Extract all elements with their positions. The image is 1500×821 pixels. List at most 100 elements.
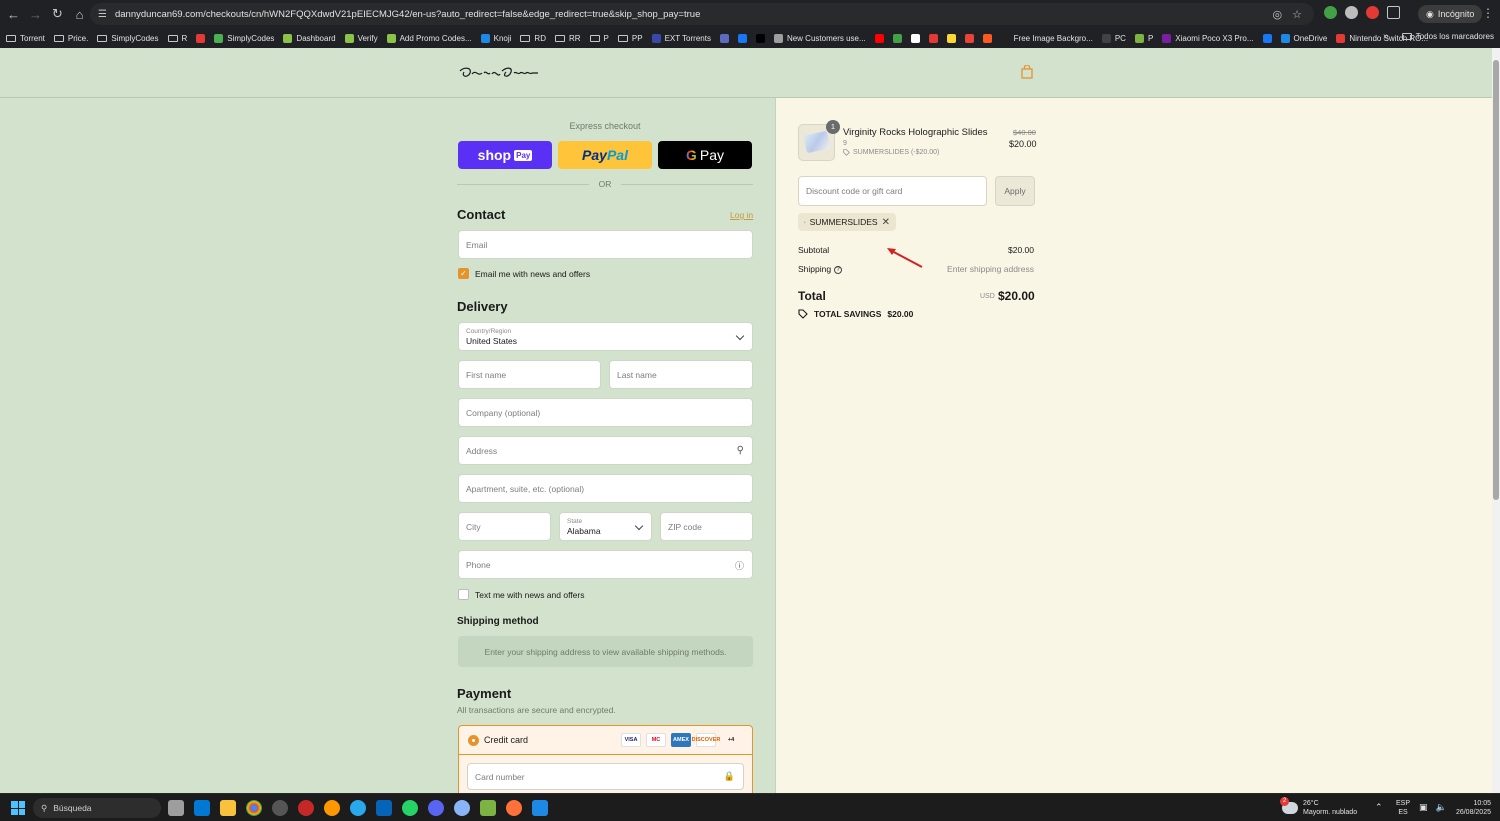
first-name-field[interactable]: First name [458, 360, 601, 389]
bookmark-item[interactable] [874, 33, 884, 43]
bookmark-item[interactable]: OneDrive [1280, 33, 1327, 43]
extension-icon[interactable] [1345, 6, 1358, 19]
windows-start-icon[interactable] [11, 801, 25, 815]
bookmark-item[interactable]: Add Promo Codes... [386, 33, 472, 43]
clock[interactable]: 10:05 26/08/2025 [1451, 799, 1491, 817]
bookmark-item[interactable] [910, 33, 920, 43]
address-bar[interactable]: ☰ dannyduncan69.com/checkouts/cn/hWN2FQQ… [90, 3, 1314, 25]
chrome-icon[interactable] [246, 800, 262, 816]
volume-icon[interactable]: 🔈 [1436, 802, 1447, 813]
card-number-field[interactable]: Card number 🔒 [467, 763, 744, 790]
help-icon[interactable]: ⓘ [735, 559, 744, 572]
extension-icon[interactable] [1366, 6, 1379, 19]
more-bookmarks-icon[interactable]: » [1383, 31, 1389, 42]
taskbar-search[interactable]: ⚲ Búsqueda [33, 798, 161, 818]
bookmark-item[interactable]: Verify [344, 33, 378, 43]
bookmark-item[interactable]: New Customers use... [773, 33, 866, 43]
bookmark-item[interactable]: SimplyCodes [214, 33, 274, 43]
bookmark-item[interactable]: Torrent [6, 34, 45, 43]
bookmark-item[interactable]: Xiaomi Poco X3 Pro... [1162, 33, 1254, 43]
bookmark-item[interactable] [1262, 33, 1272, 43]
network-icon[interactable]: ▣ [1419, 802, 1428, 813]
forward-icon[interactable]: → [25, 4, 46, 25]
cart-icon[interactable] [1020, 65, 1034, 79]
bookmark-item[interactable]: SimplyCodes [97, 34, 159, 43]
extension-icon[interactable] [1324, 6, 1337, 19]
site-info-icon[interactable]: ☰ [98, 9, 107, 20]
company-field[interactable]: Company (optional) [458, 398, 753, 427]
bookmark-item[interactable] [946, 33, 956, 43]
help-icon[interactable]: ? [834, 265, 843, 274]
bookmark-item[interactable]: R [167, 34, 187, 43]
phone-field[interactable]: Phone ⓘ [458, 550, 753, 579]
whatsapp-icon[interactable] [402, 800, 418, 816]
weather-widget[interactable]: 2 26°C Mayorm. nublado [1280, 797, 1357, 817]
bookmark-item[interactable]: P [1134, 33, 1153, 43]
folder-icon [617, 34, 628, 42]
text-news-checkbox[interactable] [458, 589, 469, 600]
bookmark-item[interactable]: PP [617, 34, 643, 43]
bookmark-item[interactable] [982, 33, 992, 43]
apply-button[interactable]: Apply [995, 176, 1035, 206]
discount-code-input[interactable]: Discount code or gift card [798, 176, 987, 206]
bookmark-item[interactable]: Knoji [480, 33, 511, 43]
email-news-checkbox[interactable]: ✓ [458, 268, 469, 279]
back-icon[interactable]: ← [3, 4, 24, 25]
credit-card-option[interactable]: Credit card VISA MC AMEX DISCOVER +4 [459, 726, 752, 755]
bookmark-item[interactable]: RD [520, 34, 546, 43]
apartment-field[interactable]: Apartment, suite, etc. (optional) [458, 474, 753, 503]
bookmark-item[interactable]: Price. [53, 34, 88, 43]
email-field[interactable]: Email [458, 230, 753, 259]
app-icon[interactable] [532, 800, 548, 816]
bookmark-item[interactable] [737, 33, 747, 43]
bookmark-item[interactable]: P [589, 34, 609, 43]
app-icon[interactable] [480, 800, 496, 816]
task-view-icon[interactable] [168, 800, 184, 816]
bookmark-item[interactable]: EXT Torrents [651, 33, 711, 43]
telegram-icon[interactable] [350, 800, 366, 816]
google-pay-button[interactable]: G Pay [658, 141, 752, 169]
app-icon[interactable] [324, 800, 340, 816]
remove-discount-icon[interactable]: ✕ [882, 217, 890, 228]
bookmark-item[interactable] [964, 33, 974, 43]
puzzle-icon[interactable] [1387, 6, 1400, 19]
store-logo[interactable] [458, 63, 540, 83]
bookmark-item[interactable] [928, 33, 938, 43]
menu-icon[interactable]: ⋮ [1482, 6, 1494, 20]
login-link[interactable]: Log in [730, 210, 753, 220]
language-indicator[interactable]: ESP ES [1396, 799, 1410, 817]
bookmark-item[interactable] [196, 33, 206, 43]
country-select[interactable]: Country/Region United States [458, 322, 753, 351]
address-field[interactable]: Address ⚲ [458, 436, 753, 465]
discord-icon[interactable] [428, 800, 444, 816]
opera-icon[interactable] [298, 800, 314, 816]
all-bookmarks-button[interactable]: Todos los marcadores [1401, 32, 1494, 41]
bookmark-item[interactable]: PC [1101, 33, 1126, 43]
last-name-field[interactable]: Last name [609, 360, 753, 389]
home-icon[interactable]: ⌂ [69, 4, 90, 25]
app-icon[interactable] [454, 800, 470, 816]
outlook-icon[interactable] [376, 800, 392, 816]
firefox-icon[interactable] [506, 800, 522, 816]
bookmark-item[interactable]: Dashboard [283, 33, 336, 43]
paypal-button[interactable]: Pay Pal [558, 141, 652, 169]
credit-card-radio[interactable] [468, 735, 479, 746]
shop-pay-button[interactable]: shop Pay [458, 141, 552, 169]
store-app-icon[interactable] [194, 800, 210, 816]
file-explorer-icon[interactable] [220, 800, 236, 816]
bookmark-item[interactable]: Free Image Backgro... [1000, 33, 1093, 43]
city-field[interactable]: City [458, 512, 551, 541]
bookmark-item[interactable] [892, 33, 902, 43]
star-icon[interactable]: ☆ [1292, 8, 1302, 21]
state-select[interactable]: State Alabama [559, 512, 652, 541]
bookmark-item[interactable] [719, 33, 729, 43]
reload-icon[interactable]: ↻ [47, 4, 68, 25]
page-scrollbar[interactable] [1492, 48, 1500, 793]
incognito-badge[interactable]: ◉ Incógnito [1418, 5, 1483, 23]
eye-off-icon[interactable]: ◎ [1273, 8, 1283, 21]
chevron-up-icon[interactable]: ⌃ [1375, 802, 1383, 813]
zip-field[interactable]: ZIP code [660, 512, 753, 541]
bookmark-item[interactable]: RR [554, 34, 581, 43]
media-player-icon[interactable] [272, 800, 288, 816]
bookmark-item[interactable] [755, 33, 765, 43]
